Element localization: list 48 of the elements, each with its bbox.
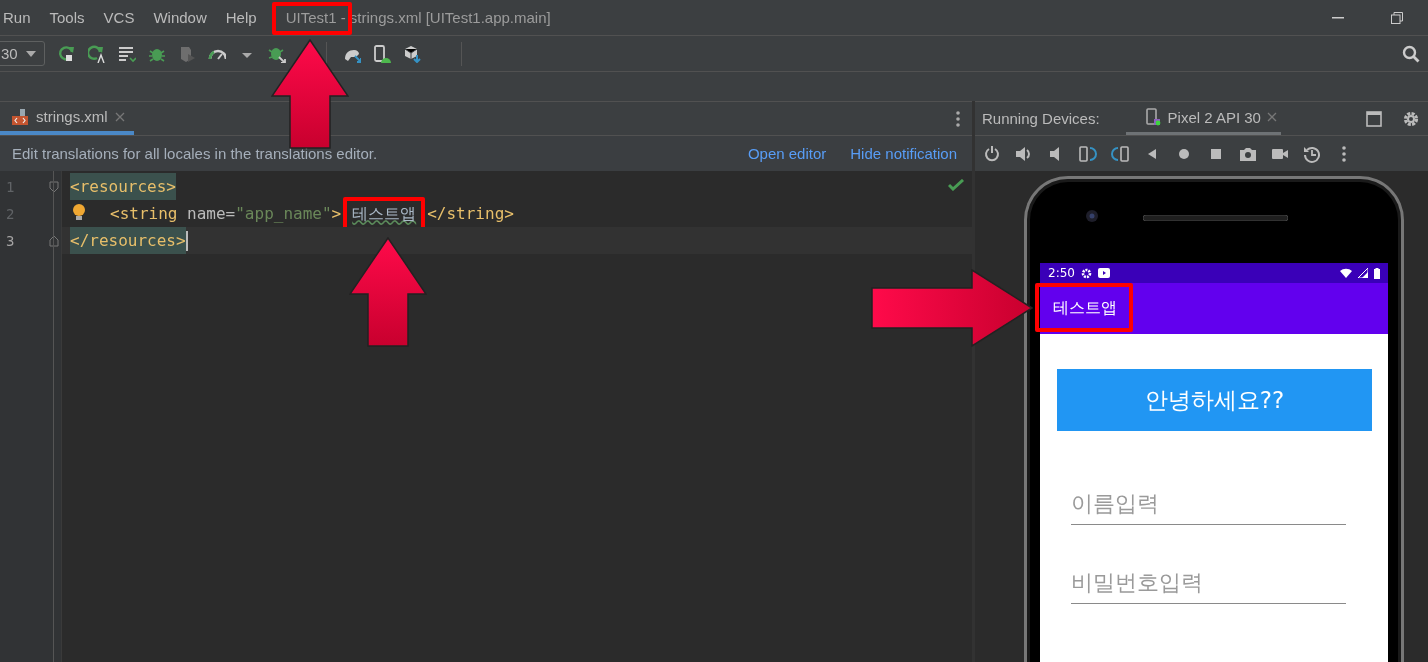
minimize-icon[interactable]	[1332, 16, 1344, 19]
menu-item[interactable]: Help	[225, 9, 257, 26]
menu-item[interactable]: VCS	[103, 9, 135, 26]
fold-marker-icon[interactable]	[49, 180, 59, 193]
input-field[interactable]: 이름입력	[1071, 486, 1346, 525]
settings-icon[interactable]	[1402, 109, 1420, 128]
rerun-icon[interactable]	[58, 44, 76, 63]
apply-changes-icon[interactable]	[88, 44, 106, 63]
greeting-button[interactable]: 안녕하세요??	[1057, 369, 1372, 431]
device-manager-icon[interactable]	[373, 44, 391, 63]
battery-icon	[1374, 267, 1380, 279]
speaker-grille-icon	[1143, 215, 1288, 221]
line-number: 3	[6, 232, 15, 249]
notification-text: Edit translations for all locales in the translations editor.	[12, 145, 379, 162]
input-field[interactable]: 비밀번호입력	[1071, 565, 1346, 604]
app-title: 테스트앱	[1053, 298, 1117, 319]
gear-icon	[1080, 267, 1092, 279]
panel-title: Running Devices:	[982, 110, 1100, 127]
reset-icon[interactable]	[1303, 144, 1321, 163]
caret-icon	[25, 50, 36, 57]
status-time: 2:50	[1048, 266, 1075, 280]
check-icon	[948, 179, 964, 191]
notification-link[interactable]: Open editor	[747, 145, 827, 162]
menu-item[interactable]: Tools	[49, 9, 85, 26]
rotate-right-icon[interactable]	[1111, 144, 1129, 163]
sdk-manager-icon[interactable]	[403, 44, 421, 63]
lightbulb-icon[interactable]	[72, 204, 86, 222]
power-icon[interactable]	[983, 144, 1001, 163]
window-icon[interactable]	[1366, 110, 1382, 127]
xml-file-icon	[11, 107, 29, 126]
device-tab[interactable]: Pixel 2 API 30	[1125, 102, 1281, 135]
rotate-left-icon[interactable]	[1079, 144, 1097, 163]
phone-icon	[1145, 108, 1162, 126]
signal-icon	[1358, 268, 1368, 278]
search-icon[interactable]	[1402, 44, 1420, 63]
notification-link[interactable]: Hide notification	[850, 145, 957, 162]
more-icon[interactable]	[956, 110, 960, 127]
play-icon	[1097, 268, 1110, 278]
window-title: UITest1 - strings.xml [UITest1.app.main]	[285, 9, 551, 26]
device-dropdown[interactable]: 30	[0, 41, 45, 66]
lines-icon[interactable]	[118, 44, 136, 63]
menu-item[interactable]: Window	[153, 9, 207, 26]
restore-icon[interactable]	[1391, 11, 1403, 24]
volume-up-icon[interactable]	[1015, 144, 1033, 163]
menu-item[interactable]: Run	[3, 9, 31, 26]
wifi-icon	[1340, 268, 1352, 278]
camera-lens-icon	[1085, 209, 1099, 223]
fold-marker-icon[interactable]	[49, 234, 59, 247]
